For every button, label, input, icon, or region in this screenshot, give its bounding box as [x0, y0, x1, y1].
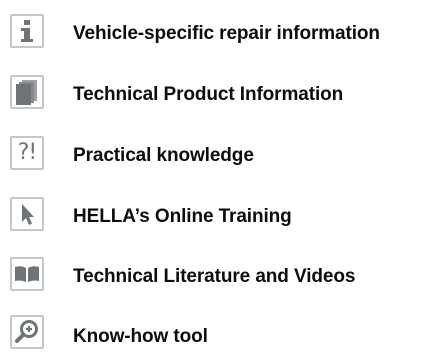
magnifier-icon: [10, 315, 44, 349]
menu-item-technical-product-information[interactable]: Technical Product Information: [10, 72, 422, 112]
menu-item-label: HELLA’s Online Training: [73, 205, 292, 227]
menu-item-literature-videos[interactable]: Technical Literature and Videos: [10, 254, 422, 294]
info-icon: [10, 14, 44, 48]
menu-item-label: Technical Literature and Videos: [73, 265, 356, 287]
info-menu: Vehicle-specific repair information Tech…: [0, 0, 424, 356]
book-icon: [10, 257, 44, 291]
question-exclamation-icon: ?!: [10, 136, 44, 170]
question-exclamation-glyph: ?!: [17, 140, 37, 165]
menu-item-label: Know-how tool: [73, 325, 208, 347]
menu-item-label: Technical Product Information: [73, 83, 344, 105]
menu-item-label: Practical knowledge: [73, 144, 254, 166]
menu-item-label: Vehicle-specific repair information: [73, 22, 380, 44]
document-icon: [10, 75, 44, 109]
cursor-icon: [10, 197, 44, 231]
menu-item-know-how-tool[interactable]: Know-how tool: [10, 312, 422, 352]
menu-item-online-training[interactable]: HELLA’s Online Training: [10, 194, 422, 234]
menu-item-practical-knowledge[interactable]: ?! Practical knowledge: [10, 133, 422, 173]
menu-item-repair-information[interactable]: Vehicle-specific repair information: [10, 11, 422, 51]
